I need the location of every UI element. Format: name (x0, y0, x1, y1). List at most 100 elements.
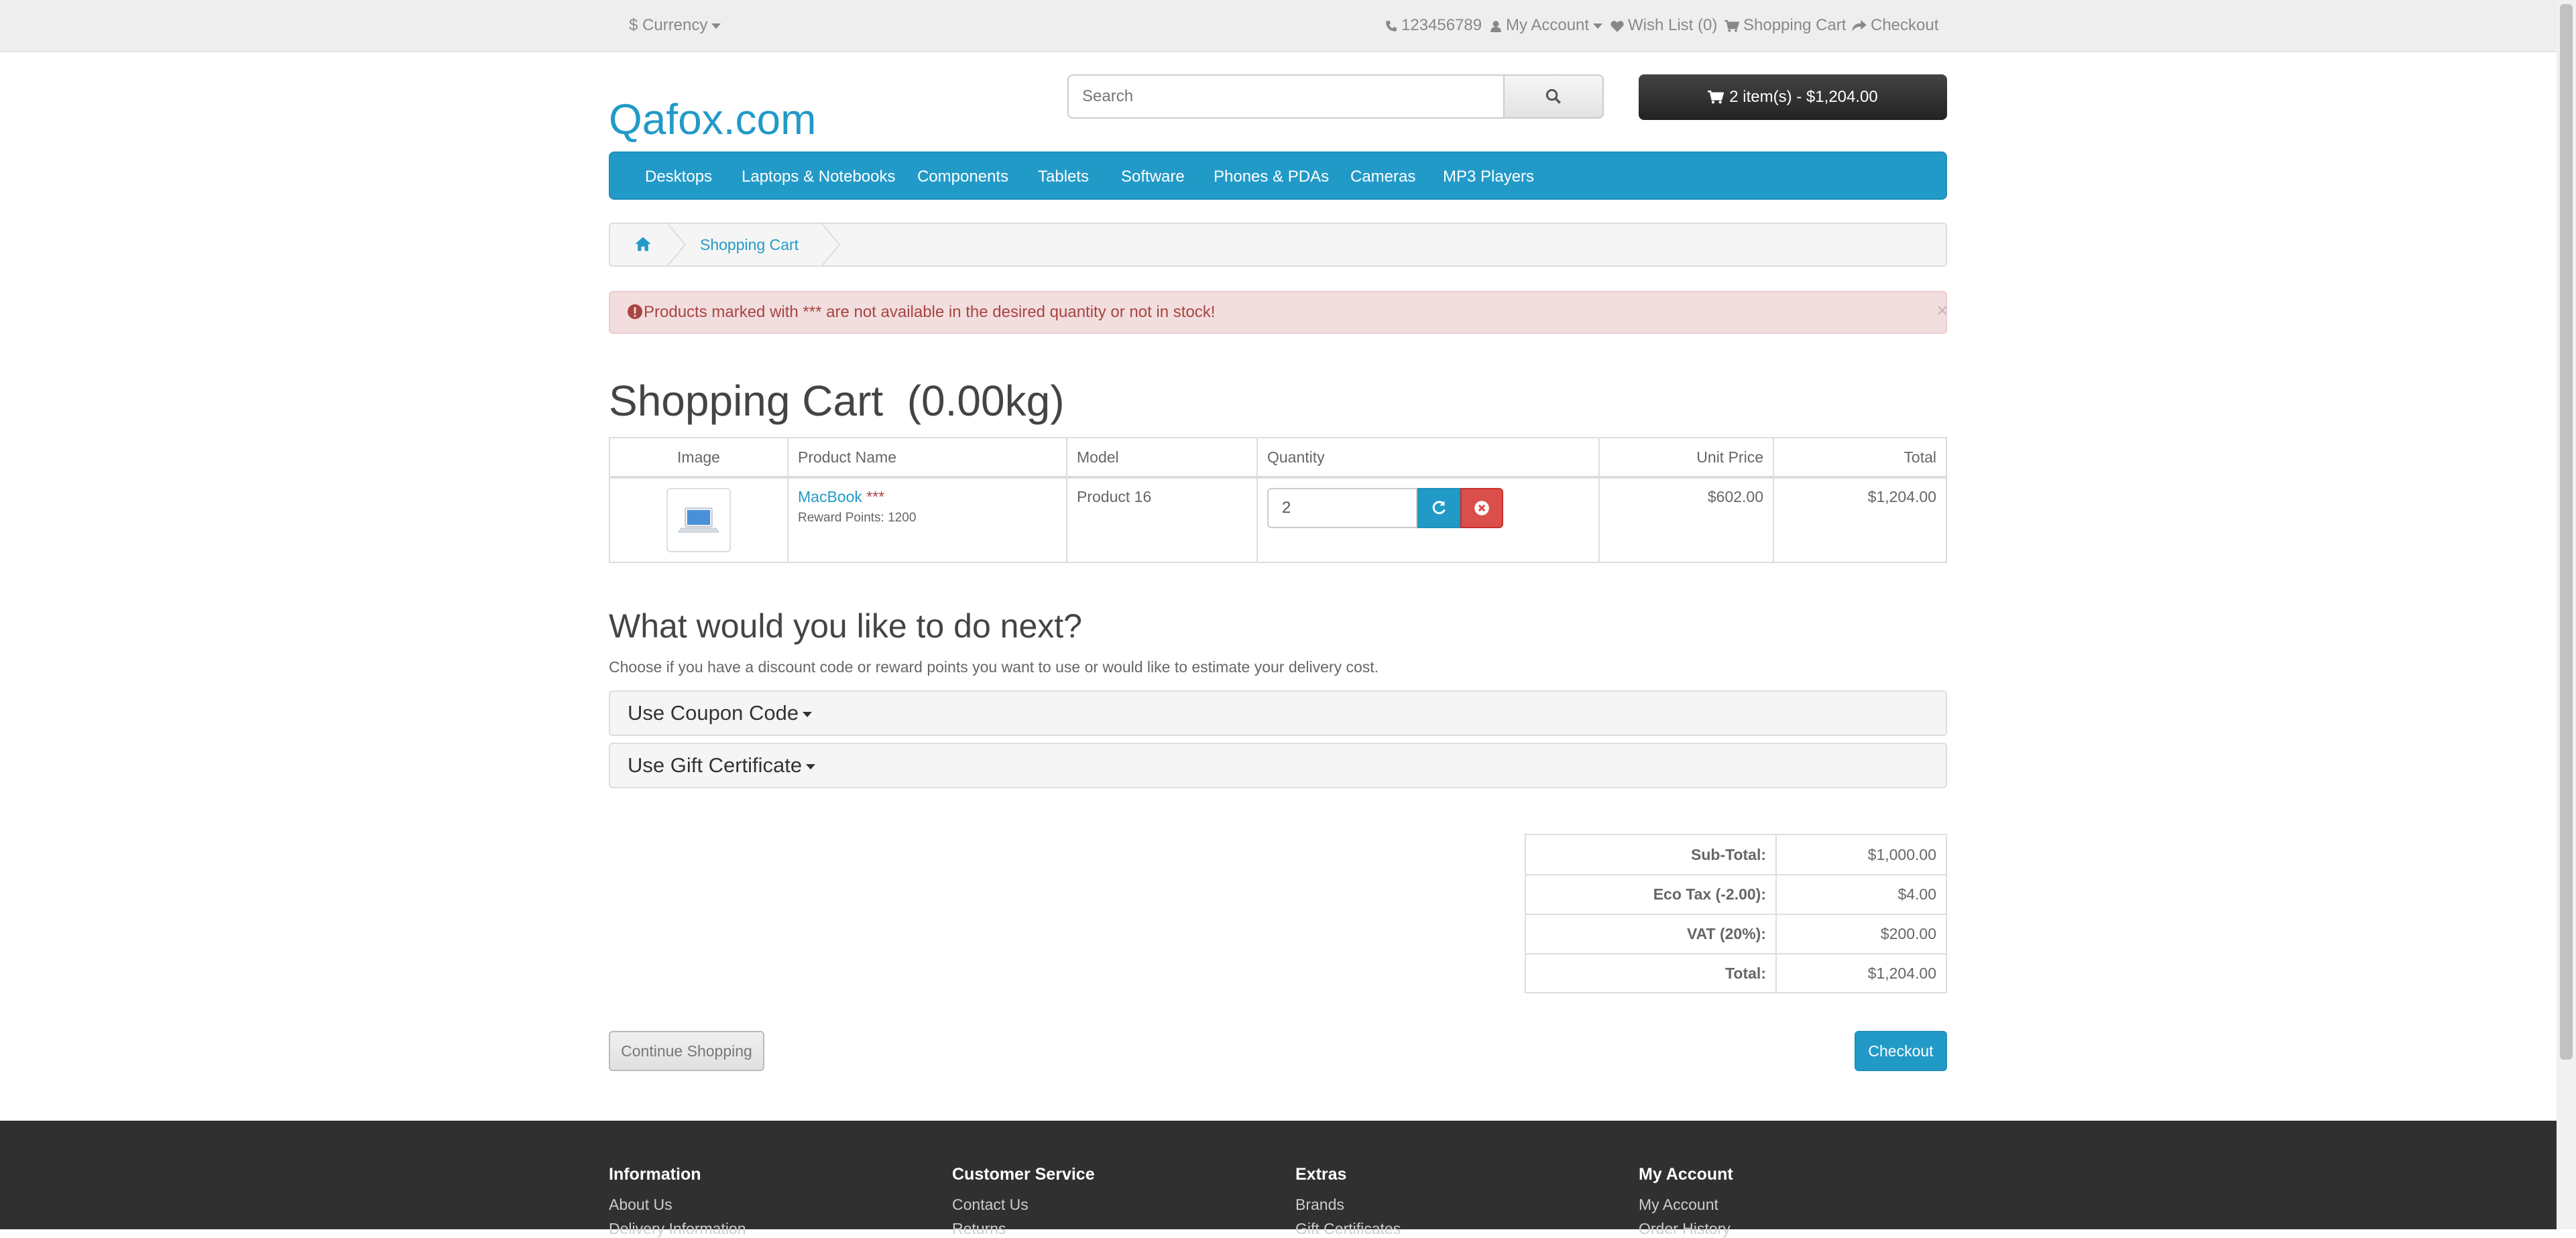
checkout-button[interactable]: Checkout (1855, 1031, 1947, 1071)
footer-heading-extras: Extras (1295, 1165, 1347, 1184)
page-title: Shopping Cart (0.00kg) (609, 377, 1065, 425)
cart-icon (1708, 90, 1724, 104)
main-menu: Desktops Laptops & Notebooks Components … (609, 151, 1947, 200)
column-header-image: Image (677, 448, 720, 466)
totals-value: $200.00 (1880, 925, 1936, 942)
column-header-unit-price: Unit Price (1696, 448, 1763, 466)
search-button[interactable] (1505, 74, 1604, 119)
wish-list-link[interactable]: Wish List (0) (1611, 13, 1717, 38)
column-header-product-name: Product Name (798, 448, 897, 466)
remove-item-button[interactable] (1460, 488, 1503, 528)
totals-label: Total: (1725, 965, 1766, 982)
my-account-label: My Account (1506, 16, 1590, 34)
menu-item-components[interactable]: Components (917, 165, 1008, 189)
phone-number: 123456789 (1401, 16, 1482, 34)
caret-down-icon (711, 23, 721, 29)
totals-value: $4.00 (1897, 885, 1936, 903)
caret-down-icon (806, 763, 816, 769)
menu-item-cameras[interactable]: Cameras (1350, 165, 1415, 189)
caret-down-icon (803, 711, 813, 717)
product-name-cell: MacBook *** Reward Points: 1200 (788, 479, 1066, 562)
model-cell: Product 16 (1077, 488, 1152, 505)
menu-item-desktops[interactable]: Desktops (645, 165, 712, 189)
gift-certificate-panel[interactable]: Use Gift Certificate (609, 743, 1947, 788)
unit-price-cell: $602.00 (1707, 488, 1763, 505)
breadcrumb: Shopping Cart (609, 223, 1947, 267)
currency-label: $ Currency (629, 16, 708, 34)
cart-table: Image Product Name Model Quantity Unit P… (609, 437, 1947, 563)
update-quantity-button[interactable] (1417, 488, 1460, 528)
alert-text: Products marked with *** are not availab… (644, 303, 1216, 321)
order-totals: Sub-Total: $1,000.00 Eco Tax (-2.00): $4… (1525, 834, 1947, 993)
top-bar: $ Currency 123456789 My Account Wish Lis… (0, 0, 2557, 52)
column-header-quantity: Quantity (1267, 448, 1325, 466)
refresh-icon (1432, 501, 1446, 515)
footer-link-about-us[interactable]: About Us (609, 1196, 672, 1214)
user-icon (1490, 20, 1501, 32)
currency-dropdown[interactable]: $ Currency (629, 13, 721, 38)
menu-item-laptops-notebooks[interactable]: Laptops & Notebooks (742, 165, 896, 189)
breadcrumb-shopping-cart[interactable]: Shopping Cart (700, 233, 799, 257)
gift-certificate-label: Use Gift Certificate (628, 753, 803, 777)
product-image[interactable] (666, 488, 731, 552)
footer-heading-information: Information (609, 1165, 701, 1184)
times-circle-icon (1474, 501, 1489, 515)
shopping-cart-link[interactable]: Shopping Cart (1724, 13, 1846, 38)
coupon-code-panel[interactable]: Use Coupon Code (609, 690, 1947, 736)
totals-value: $1,000.00 (1867, 846, 1936, 863)
menu-item-tablets[interactable]: Tablets (1038, 165, 1089, 189)
next-heading: What would you like to do next? (609, 607, 1082, 645)
scrollbar-thumb[interactable] (2560, 4, 2573, 1060)
column-divider (1256, 438, 1258, 562)
menu-item-phones-pdas[interactable]: Phones & PDAs (1214, 165, 1329, 189)
footer-heading-my-account: My Account (1639, 1165, 1733, 1184)
coupon-code-label: Use Coupon Code (628, 701, 799, 725)
menu-item-software[interactable]: Software (1121, 165, 1185, 189)
footer (0, 1121, 2557, 1229)
stock-mark: *** (866, 488, 885, 505)
footer-heading-customer-service: Customer Service (952, 1165, 1095, 1184)
my-account-dropdown[interactable]: My Account (1490, 13, 1603, 38)
caret-down-icon (1593, 23, 1603, 29)
exclamation-circle-icon (628, 304, 642, 319)
quantity-input[interactable]: 2 (1267, 488, 1417, 528)
product-link[interactable]: MacBook (798, 488, 862, 505)
share-icon (1852, 19, 1867, 32)
totals-label: Sub-Total: (1691, 846, 1766, 863)
totals-row: Sub-Total: $1,000.00 (1526, 835, 1946, 875)
menu-item-mp3-players[interactable]: MP3 Players (1443, 165, 1534, 189)
breadcrumb-separator (668, 224, 687, 265)
heart-icon (1611, 20, 1624, 32)
alert-close-button[interactable]: × (1936, 299, 1948, 323)
totals-row: Eco Tax (-2.00): $4.00 (1526, 875, 1946, 914)
footer-link-brands[interactable]: Brands (1295, 1196, 1344, 1214)
checkout-label: Checkout (1871, 16, 1939, 34)
footer-link-my-account[interactable]: My Account (1639, 1196, 1718, 1214)
search-input[interactable] (1067, 74, 1505, 119)
cart-total-button[interactable]: 2 item(s) - $1,204.00 (1639, 74, 1947, 120)
laptop-image (678, 507, 719, 533)
phone-icon (1386, 20, 1397, 32)
totals-row: VAT (20%): $200.00 (1526, 914, 1946, 954)
checkout-link[interactable]: Checkout (1852, 13, 1938, 38)
shopping-cart-label: Shopping Cart (1743, 16, 1847, 34)
reward-points: Reward Points: 1200 (798, 511, 917, 525)
cart-total-label: 2 item(s) - $1,204.00 (1729, 88, 1878, 106)
totals-value: $1,204.00 (1867, 965, 1936, 982)
next-description: Choose if you have a discount code or re… (609, 658, 1379, 676)
totals-label: Eco Tax (-2.00): (1653, 885, 1766, 903)
column-header-model: Model (1077, 448, 1119, 466)
stock-alert: Products marked with *** are not availab… (609, 291, 1947, 334)
continue-shopping-button[interactable]: Continue Shopping (609, 1031, 764, 1071)
total-cell: $1,204.00 (1867, 488, 1936, 505)
phone-link[interactable]: 123456789 (1385, 13, 1482, 38)
wish-list-label: Wish List (0) (1628, 16, 1718, 34)
breadcrumb-separator (822, 224, 841, 265)
cart-icon (1724, 19, 1740, 32)
column-header-total: Total (1904, 448, 1936, 466)
site-logo[interactable]: Qafox.com (609, 92, 816, 146)
footer-link-contact-us[interactable]: Contact Us (952, 1196, 1029, 1214)
home-icon[interactable] (634, 236, 652, 252)
search-icon (1545, 88, 1561, 104)
totals-row: Total: $1,204.00 (1526, 954, 1946, 993)
